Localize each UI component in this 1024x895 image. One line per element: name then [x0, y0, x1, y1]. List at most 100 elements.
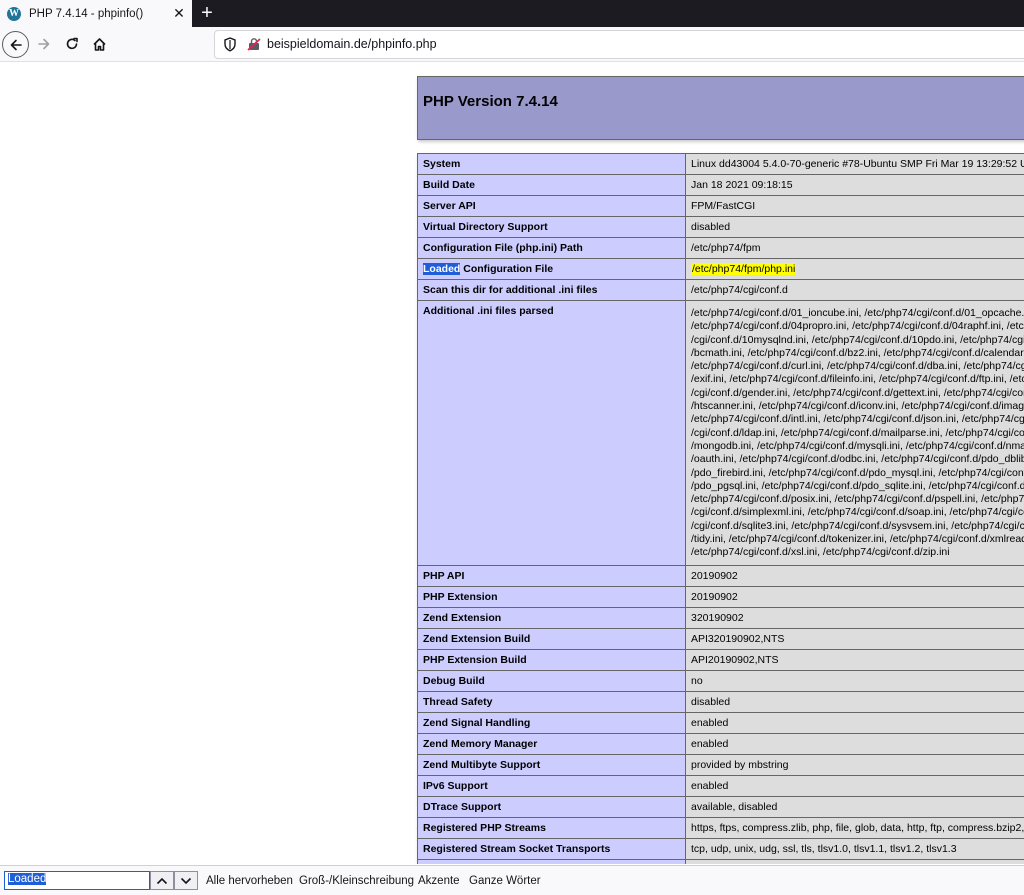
- url-text: beispieldomain.de/phpinfo.php: [267, 37, 437, 51]
- table-row: Registered Stream Filterszlib.*, string.…: [417, 858, 1024, 864]
- row-value: /etc/php74/cgi/conf.d/01_ioncube.ini, /e…: [685, 300, 1024, 566]
- page-title: PHP Version 7.4.14: [423, 93, 558, 110]
- row-key: Zend Extension Build: [417, 627, 686, 650]
- row-key: PHP Extension: [417, 585, 686, 608]
- row-value: disabled: [685, 690, 1024, 713]
- chevron-up-icon: [156, 877, 168, 884]
- row-key-text: Configuration File: [460, 263, 554, 275]
- table-row: PHP Extension Build API20190902,NTS: [417, 648, 1024, 671]
- ini-file-line: /oauth.ini, /etc/php74/cgi/conf.d/odbc.i…: [691, 453, 1024, 466]
- ini-file-line: /cgi/conf.d/sqlite3.ini, /etc/php74/cgi/…: [691, 519, 1024, 532]
- find-bar: Loaded Alle hervorheben Groß-/Kleinschre…: [0, 865, 1024, 895]
- tracking-shield-icon: [224, 37, 236, 52]
- page-content: PHP Version 7.4.14 System Linux dd43004 5…: [0, 62, 1024, 864]
- reload-button[interactable]: [58, 30, 86, 58]
- back-arrow-icon: [10, 39, 22, 50]
- row-value: Linux dd43004 5.4.0-70-generic #78-Ubunt…: [685, 153, 1024, 175]
- row-value: disabled: [685, 216, 1024, 238]
- row-value: FPM/FastCGI: [685, 195, 1024, 217]
- table-row: DTrace Support available, disabled: [417, 795, 1024, 818]
- row-value: enabled: [685, 732, 1024, 755]
- new-tab-icon[interactable]: +: [196, 2, 218, 24]
- table-row: Registered Stream Socket Transports tcp, …: [417, 837, 1024, 860]
- row-value: provided by mbstring: [685, 753, 1024, 776]
- row-value: 20190902: [685, 585, 1024, 608]
- ini-file-line: /cgi/conf.d/gender.ini, /etc/php74/cgi/c…: [691, 386, 1024, 399]
- row-key: Virtual Directory Support: [417, 216, 686, 238]
- ini-file-line: /pdo_pgsql.ini, /etc/php74/cgi/conf.d/pd…: [691, 479, 1024, 492]
- ini-file-line: /tidy.ini, /etc/php74/cgi/conf.d/tokeniz…: [691, 533, 1024, 546]
- wordpress-favicon-icon: W: [7, 6, 21, 21]
- table-row: Additional .ini files parsed/etc/php74/c…: [417, 300, 1024, 566]
- table-row: Build Date Jan 18 2021 09:18:15: [417, 174, 1024, 196]
- row-value: API320190902,NTS: [685, 627, 1024, 650]
- ini-file-line: /etc/php74/cgi/conf.d/01_ioncube.ini, /e…: [691, 307, 1024, 319]
- forward-arrow-icon: [38, 38, 50, 50]
- table-row: Zend Extension Build API320190902,NTS: [417, 627, 1024, 650]
- row-key: Zend Memory Manager: [417, 732, 686, 755]
- ini-file-line: /exif.ini, /etc/php74/cgi/conf.d/fileinf…: [691, 373, 1024, 386]
- row-key: Registered Stream Filters: [417, 858, 686, 864]
- table-row: Server API FPM/FastCGI: [417, 195, 1024, 217]
- row-value: API20190902,NTS: [685, 648, 1024, 671]
- ini-file-line: /etc/php74/cgi/conf.d/posix.ini, /etc/ph…: [691, 493, 1024, 506]
- row-value: zlib.*, string.rot13, string.toupper, st…: [685, 858, 1024, 864]
- php-version-header: PHP Version 7.4.14: [417, 76, 1024, 140]
- match-diacritics-option[interactable]: Akzente: [418, 875, 460, 887]
- row-value: /etc/php74/fpm: [685, 237, 1024, 259]
- row-key: Zend Signal Handling: [417, 711, 686, 734]
- row-value: enabled: [685, 711, 1024, 734]
- table-row: Zend Extension 320190902: [417, 606, 1024, 629]
- find-input[interactable]: Loaded: [4, 871, 150, 890]
- ini-file-line: /etc/php74/cgi/conf.d/04propro.ini, /etc…: [691, 320, 1024, 333]
- table-row: PHP Extension 20190902: [417, 585, 1024, 608]
- address-bar[interactable]: beispieldomain.de/phpinfo.php: [214, 30, 1024, 59]
- table-row: Registered PHP Streams https, ftps, compr…: [417, 816, 1024, 839]
- row-value: 20190902: [685, 564, 1024, 587]
- table-row: Zend Multibyte Support provided by mbstri…: [417, 753, 1024, 776]
- forward-button[interactable]: [30, 30, 58, 58]
- row-key: Registered PHP Streams: [417, 816, 686, 839]
- row-key: Additional .ini files parsed: [417, 300, 686, 566]
- row-value: /etc/php74/fpm/php.ini: [685, 258, 1024, 280]
- tab-title: PHP 7.4.14 - phpinfo(): [29, 7, 144, 20]
- whole-words-option[interactable]: Ganze Wörter: [469, 875, 541, 887]
- row-value: no: [685, 669, 1024, 692]
- highlighted-value: /etc/php74/fpm/php.ini: [691, 263, 797, 275]
- phpinfo-table: System Linux dd43004 5.4.0-70-generic #78…: [417, 153, 1024, 864]
- ini-file-line: /cgi/conf.d/10mysqlnd.ini, /etc/php74/cg…: [691, 333, 1024, 346]
- close-tab-icon[interactable]: ✕: [170, 5, 188, 23]
- reload-icon: [66, 37, 78, 50]
- back-button[interactable]: [2, 31, 29, 58]
- ini-file-line: /mongodb.ini, /etc/php74/cgi/conf.d/mysq…: [691, 439, 1024, 452]
- row-key: DTrace Support: [417, 795, 686, 818]
- find-query: Loaded: [8, 873, 47, 885]
- ini-file-line: /bcmath.ini, /etc/php74/cgi/conf.d/bz2.i…: [691, 346, 1024, 359]
- find-previous-button[interactable]: [150, 871, 174, 890]
- ini-file-line: /etc/php74/cgi/conf.d/xsl.ini, /etc/php7…: [691, 546, 950, 559]
- insecure-lock-icon: [247, 38, 261, 51]
- find-next-button[interactable]: [174, 871, 198, 890]
- home-icon: [92, 37, 106, 51]
- find-match-highlight: Loaded: [423, 263, 461, 275]
- row-key: Zend Extension: [417, 606, 686, 629]
- row-key: System: [417, 153, 686, 175]
- table-row: Loaded Configuration File/etc/php74/fpm/…: [417, 258, 1024, 280]
- row-value: available, disabled: [685, 795, 1024, 818]
- row-key: PHP Extension Build: [417, 648, 686, 671]
- highlight-all-option[interactable]: Alle hervorheben: [206, 875, 293, 887]
- row-key: Zend Multibyte Support: [417, 753, 686, 776]
- tab-phpinfo[interactable]: W PHP 7.4.14 - phpinfo() ✕: [0, 0, 192, 27]
- table-row: Zend Memory Manager enabled: [417, 732, 1024, 755]
- ini-file-line: /cgi/conf.d/ldap.ini, /etc/php74/cgi/con…: [691, 426, 1024, 439]
- match-case-option[interactable]: Groß-/Kleinschreibung: [299, 875, 414, 887]
- navigation-bar: beispieldomain.de/phpinfo.php: [0, 27, 1024, 62]
- home-button[interactable]: [85, 30, 113, 58]
- chevron-down-icon: [180, 877, 192, 884]
- table-row: System Linux dd43004 5.4.0-70-generic #78…: [417, 153, 1024, 175]
- row-key: Configuration File (php.ini) Path: [417, 237, 686, 259]
- row-key: Loaded Configuration File: [417, 258, 686, 280]
- table-row: Thread Safety disabled: [417, 690, 1024, 713]
- table-row: IPv6 Support enabled: [417, 774, 1024, 797]
- row-key: Server API: [417, 195, 686, 217]
